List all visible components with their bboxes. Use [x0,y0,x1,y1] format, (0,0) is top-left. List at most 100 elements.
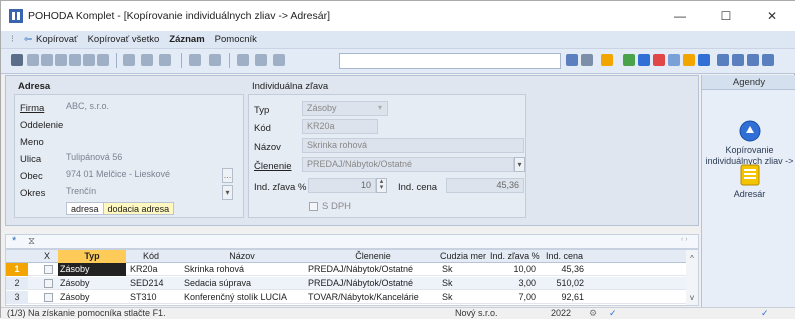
table-row[interactable]: 1 Zásoby KR20a Skrinka rohová PREDAJ/Náb… [6,263,686,276]
agenda-address-book[interactable]: Adresár [702,189,795,200]
first-record-icon[interactable] [11,54,23,66]
window-tile-icon[interactable] [747,54,759,66]
header-type[interactable]: Typ [58,250,126,263]
window-layout-icon[interactable] [717,54,729,66]
next-icon[interactable] [209,54,221,66]
type-label: Typ [254,105,270,116]
table-row[interactable]: 3 Zásoby ST310 Konferenčný stolík LUCIA … [6,291,686,304]
cell-price: 510,02 [556,278,584,288]
scroll-down-icon[interactable]: v [686,293,698,302]
cell-discount-pct: 10,00 [513,264,536,274]
header-price[interactable]: Ind. cena [546,250,586,263]
folder-icon[interactable] [601,54,613,66]
header-currency[interactable]: Cudzia mer [440,250,490,263]
document-icon[interactable] [668,54,680,66]
clear-filter-icon[interactable] [581,54,593,66]
cell-price: 45,36 [561,264,584,274]
item-name-field[interactable]: Skrinka rohová [302,138,524,153]
toolbar-separator [181,53,182,68]
city-field[interactable]: 974 01 Melčice - Lieskové [62,168,220,183]
tab-delivery-address[interactable]: dodacia adresa [103,202,175,215]
maximize-button[interactable]: ☐ [703,1,749,31]
row-number: 3 [6,291,28,304]
settings-icon[interactable]: ⚙ [589,308,597,319]
city-picker-button[interactable]: … [222,168,233,183]
check-icon[interactable]: ✓ [609,308,617,319]
new-record-icon[interactable] [123,54,135,66]
bank-icon[interactable] [698,54,710,66]
category-field[interactable]: PREDAJ/Nábytok/Ostatné [302,157,514,172]
edit-icon[interactable] [141,54,153,66]
record-form: Adresa Firma ABC, s.r.o. Oddelenie Meno … [5,75,699,226]
agendas-panel: Agendy Kopírovanie individuálnych zliav … [701,75,795,307]
filter-icon[interactable]: ⧖ [28,236,35,247]
status-company: Nový s.r.o. [455,308,498,318]
discount-pct-spinner[interactable]: ▴ ▾ [376,178,387,193]
close-button[interactable]: ✕ [749,1,795,31]
export-icon[interactable] [55,54,67,66]
paste-icon[interactable] [83,54,95,66]
discount-pct-field[interactable]: 10 [308,178,376,193]
row-checkbox[interactable] [44,279,53,288]
price-field[interactable]: 45,36 [446,178,524,193]
scroll-up-icon[interactable]: ^ [686,254,698,263]
menu-help[interactable]: Pomocník [215,34,257,45]
menu-record[interactable]: Záznam [169,34,204,45]
header-discount-pct[interactable]: Ind. zľava % [490,250,546,263]
header-name[interactable]: Názov [176,250,308,263]
window-title: POHODA Komplet - [Kopírovanie individuál… [28,10,331,22]
firm-field[interactable]: ABC, s.r.o. [62,100,234,115]
address-book-icon[interactable] [739,164,761,186]
previous-icon[interactable] [189,54,201,66]
minimize-button[interactable]: — [657,1,703,31]
help-icon[interactable] [762,54,774,66]
tab-address[interactable]: adresa [66,202,104,215]
print-preview-icon[interactable] [41,54,53,66]
toolbar [1,49,795,74]
attachment-icon[interactable] [97,54,109,66]
asterisk-icon[interactable]: * [12,235,16,247]
name-field[interactable] [62,134,234,149]
code-field[interactable]: KR20a [302,119,378,134]
grid-scrollbar[interactable]: ^ v [686,250,698,305]
copy-record-icon[interactable] [69,54,81,66]
copy-discounts-icon[interactable] [739,120,761,142]
cell-code: SED214 [130,278,164,288]
street-field[interactable]: Tulipánová 56 [62,151,234,166]
delete-icon[interactable] [159,54,171,66]
save-icon[interactable] [237,54,249,66]
menu-copy[interactable]: Kopírovať [36,34,78,45]
globe-icon[interactable] [638,54,650,66]
type-select[interactable]: Zásoby [302,101,388,116]
grid-nav-arrows-icon[interactable]: ‹ › [681,236,688,243]
search-options-icon[interactable] [566,54,578,66]
menu-copy-all[interactable]: Kopírovať všetko [88,34,160,45]
filter-icon[interactable] [273,54,285,66]
report-icon[interactable] [653,54,665,66]
user-icon[interactable] [683,54,695,66]
cancel-icon[interactable] [255,54,267,66]
vat-checkbox[interactable] [309,202,318,211]
district-dropdown[interactable]: ▾ [222,185,233,200]
row-checkbox[interactable] [44,293,53,302]
header-code[interactable]: Kód [126,250,176,263]
cell-code: ST310 [130,292,157,302]
window-split-icon[interactable] [732,54,744,66]
department-field[interactable] [62,117,234,132]
status-hint: (1/3) Na získanie pomocníka stlačte F1. [7,308,166,318]
category-dropdown[interactable]: ▾ [514,157,525,172]
row-checkbox[interactable] [44,265,53,274]
quick-search-input[interactable] [339,53,561,69]
cell-code: KR20a [130,264,158,274]
print-icon[interactable] [27,54,39,66]
header-category[interactable]: Členenie [308,250,438,263]
header-x[interactable]: X [44,250,58,263]
cell-category: PREDAJ/Nábytok/Ostatné [308,278,414,288]
refresh-icon[interactable] [623,54,635,66]
toolbar-separator [229,53,230,68]
status-year: 2022 [551,308,572,318]
district-field[interactable]: Trenčín [62,185,220,200]
table-row[interactable]: 2 Zásoby SED214 Sedacia súprava PREDAJ/N… [6,277,686,290]
firm-label: Firma [20,103,45,114]
check-circle-icon[interactable]: ✓ [761,308,769,319]
